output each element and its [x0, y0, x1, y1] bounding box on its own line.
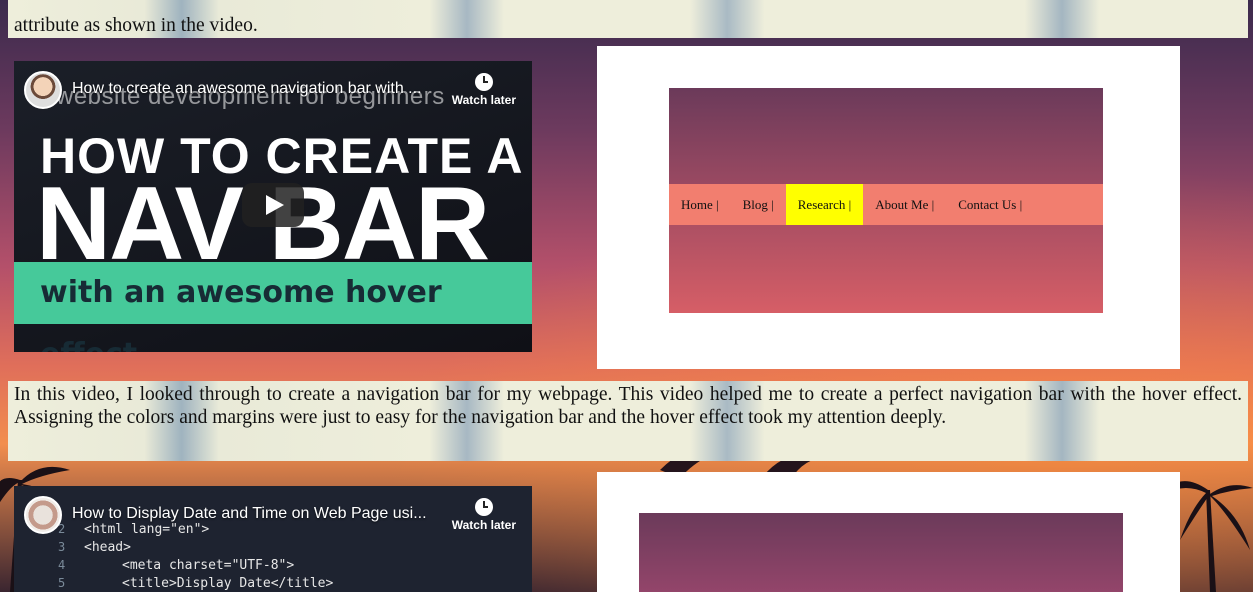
channel-avatar[interactable]	[24, 71, 62, 109]
preview-nav-item-research: Research |	[785, 184, 864, 225]
watch-later-button[interactable]: Watch later	[452, 498, 516, 532]
navbar-preview-image: Home | Blog | Research | About Me | Cont…	[597, 46, 1180, 369]
watch-later-label: Watch later	[451, 93, 516, 107]
code-line: <title>Display Date</title>	[122, 576, 334, 591]
preview-page-background: Home | Blog | Research | About Me | Cont…	[669, 88, 1103, 313]
youtube-embed-date-time-video[interactable]: 2 <html lang="en"> 3 <head> 4 <meta char…	[14, 486, 532, 592]
preview-navigation-bar: Home | Blog | Research | About Me | Cont…	[669, 184, 1103, 225]
watch-later-label: Watch later	[451, 518, 516, 532]
code-line-number: 3	[58, 540, 66, 554]
preview-nav-item-home: Home |	[681, 197, 719, 212]
clock-icon	[474, 498, 493, 516]
date-time-preview-image	[597, 472, 1180, 592]
preview-nav-item-blog: Blog |	[742, 197, 774, 212]
preview-nav-item-about-me: About Me |	[875, 197, 935, 212]
description-text-block-middle: In this video, I looked through to creat…	[8, 381, 1248, 461]
code-line: <head>	[84, 540, 131, 555]
description-text-top: attribute as shown in the video.	[14, 15, 258, 36]
thumbnail-heading-line3: with an awesome hover effect	[14, 262, 532, 352]
code-line-number: 5	[58, 576, 66, 590]
play-button[interactable]	[242, 183, 304, 227]
preview-page-background	[639, 513, 1123, 592]
youtube-embed-nav-bar-video[interactable]: website development for beginners HOW TO…	[14, 61, 532, 352]
channel-avatar[interactable]	[24, 496, 62, 534]
code-line-number: 4	[58, 558, 66, 572]
video-title-link[interactable]: How to create an awesome navigation bar …	[72, 80, 422, 98]
code-line: <meta charset="UTF-8">	[122, 558, 295, 573]
video-title-bar: How to Display Date and Time on Web Page…	[24, 496, 522, 536]
clock-icon	[474, 73, 493, 91]
description-text-block-top: attribute as shown in the video.	[8, 0, 1248, 38]
video-title-bar: How to create an awesome navigation bar …	[24, 71, 522, 111]
description-text-middle: In this video, I looked through to creat…	[14, 384, 1242, 428]
video-title-link[interactable]: How to Display Date and Time on Web Page…	[72, 505, 427, 523]
preview-nav-item-contact-us: Contact Us |	[958, 197, 1023, 212]
watch-later-button[interactable]: Watch later	[452, 73, 516, 107]
